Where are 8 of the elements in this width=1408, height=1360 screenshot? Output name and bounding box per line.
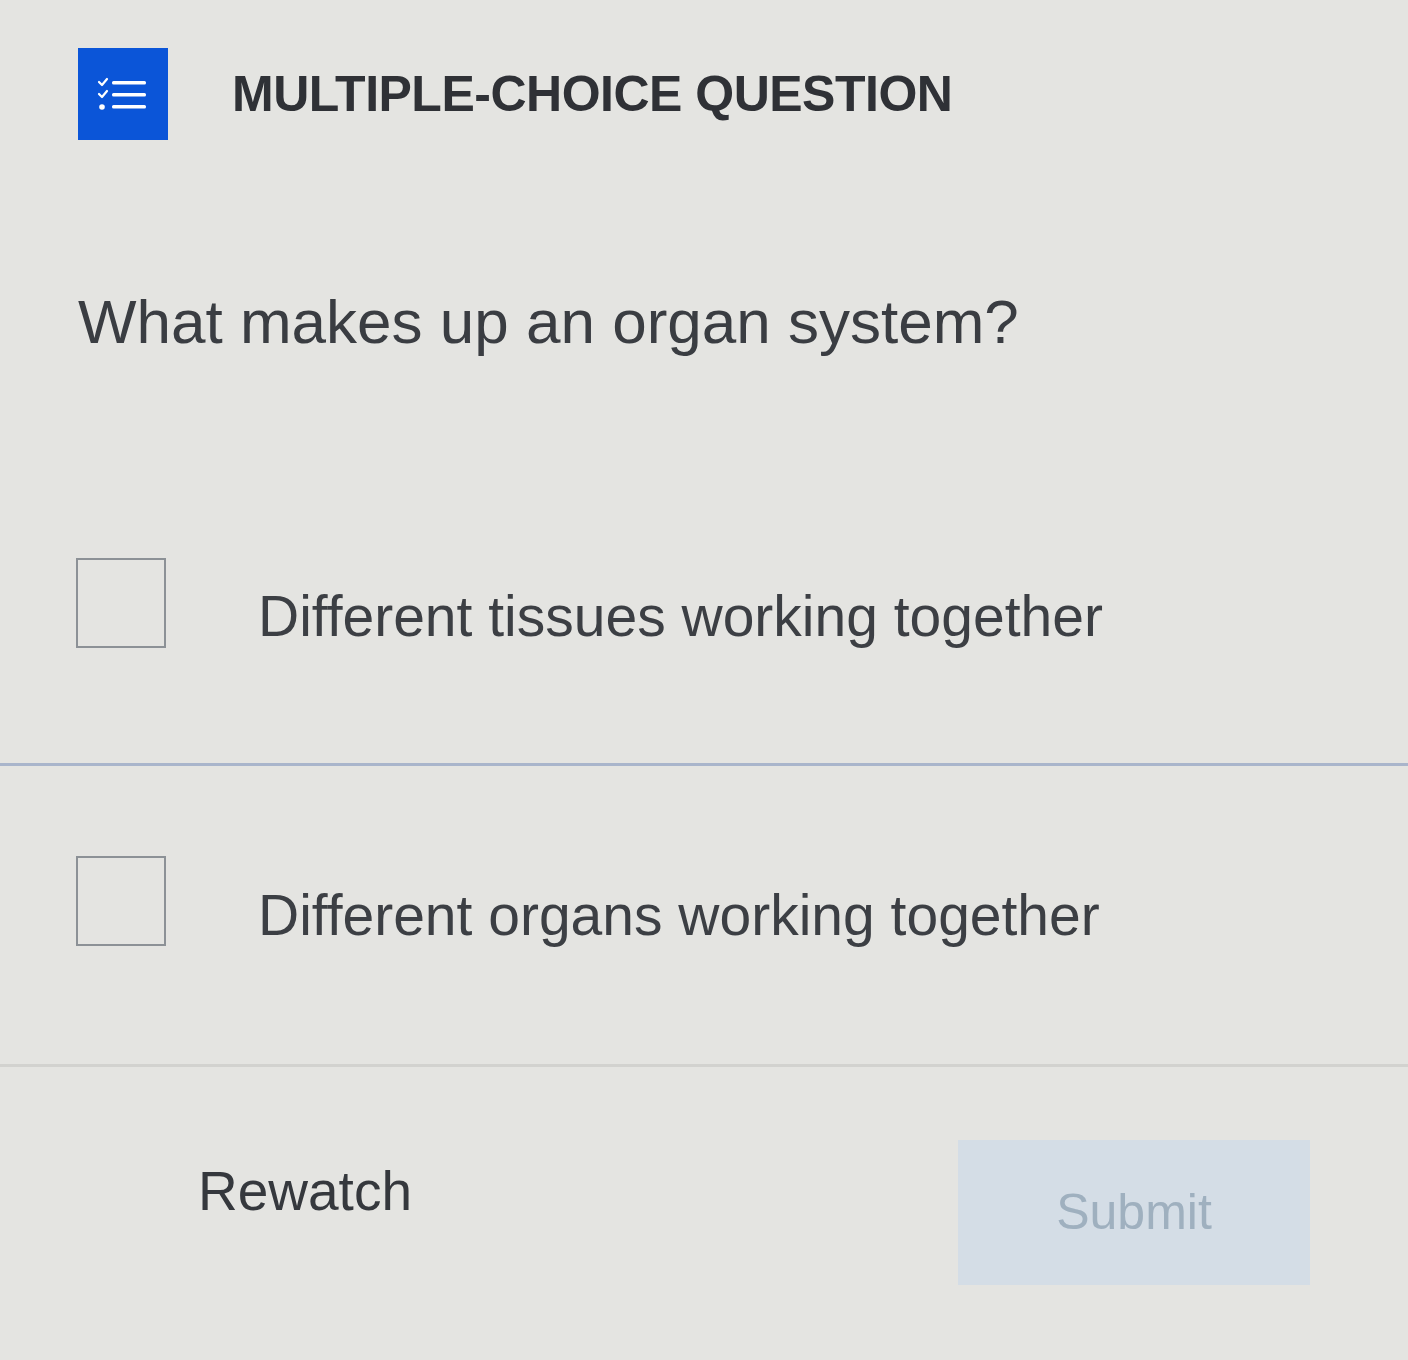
- checkbox[interactable]: [76, 855, 166, 946]
- question-text: What makes up an organ system?: [78, 286, 1020, 358]
- option-label: Different organs working together: [258, 881, 1100, 949]
- question-type-title: MULTIPLE-CHOICE QUESTION: [232, 69, 953, 119]
- checkbox[interactable]: [76, 557, 166, 648]
- checklist-icon: [78, 48, 168, 140]
- option-label: Different tissues working together: [258, 583, 1103, 651]
- rewatch-link[interactable]: Rewatch: [198, 1158, 412, 1225]
